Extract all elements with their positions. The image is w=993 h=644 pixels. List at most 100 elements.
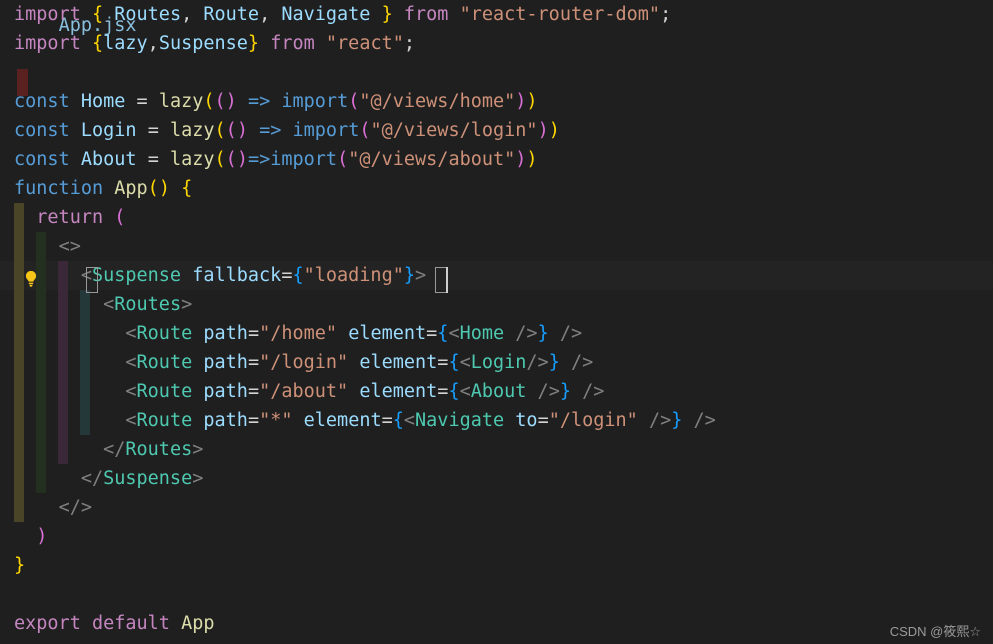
code-line[interactable] (0, 58, 993, 87)
code-line[interactable]: <> (0, 232, 993, 261)
code-line[interactable]: const Login = lazy(() => import("@/views… (0, 116, 993, 145)
code-token: Login (470, 352, 527, 373)
code-line[interactable]: </Routes> (0, 435, 993, 464)
code-line[interactable]: } (0, 551, 993, 580)
code-token: Route (136, 352, 193, 373)
code-token: path (203, 410, 248, 431)
code-line[interactable]: <Route path="/home" element={<Home />} /… (0, 319, 993, 348)
code-line[interactable]: const About = lazy(()=>import("@/views/a… (0, 145, 993, 174)
code-token: ) (537, 120, 549, 141)
code-token: fallback (192, 265, 282, 286)
code-token: , (181, 4, 193, 25)
code-line[interactable]: <Route path="*" element={<Navigate to="/… (0, 406, 993, 435)
code-token: , (147, 33, 159, 54)
code-token: import (281, 91, 349, 112)
code-token: /> (526, 352, 549, 373)
code-token: "@/views/about" (348, 149, 516, 170)
code-token: Route (136, 323, 193, 344)
code-token: /> (682, 410, 716, 431)
code-line[interactable]: </> (0, 493, 993, 522)
code-token: { (448, 381, 460, 402)
code-token: > (192, 439, 204, 460)
code-token: "/about" (259, 381, 349, 402)
code-editor[interactable]: App.jsx import { Routes, Route, Navigate… (0, 0, 993, 644)
code-line-text: <> (14, 232, 81, 261)
code-token: App (114, 178, 148, 199)
code-token: lazy (169, 149, 215, 170)
code-line[interactable]: <Routes> (0, 290, 993, 319)
code-line[interactable]: import {lazy,Suspense} from "react"; (0, 29, 993, 58)
code-token: path (203, 381, 248, 402)
code-token: element (359, 352, 438, 373)
code-token: { (448, 352, 460, 373)
code-line[interactable]: return ( (0, 203, 993, 232)
code-token: About (470, 381, 527, 402)
code-token: ( (214, 91, 226, 112)
code-token: = (247, 352, 260, 373)
code-token: "react" (325, 33, 404, 54)
code-token: < (125, 352, 137, 373)
code-token: element (348, 323, 427, 344)
code-token: ( (225, 149, 237, 170)
code-line[interactable]: </Suspense> (0, 464, 993, 493)
code-token: ) (526, 149, 538, 170)
code-line[interactable]: ) (0, 522, 993, 551)
code-token: "*" (259, 410, 293, 431)
code-token: About (80, 149, 137, 170)
code-token: = (381, 410, 393, 431)
code-token: = (147, 120, 159, 141)
code-token: = (437, 381, 449, 402)
code-line[interactable]: export default App (0, 609, 993, 638)
code-line-text: } (14, 551, 25, 580)
code-token: Navigate (415, 410, 505, 431)
code-token: Suspense (91, 265, 182, 286)
code-token: lazy (169, 120, 215, 141)
code-token: from (270, 33, 315, 54)
code-token: "react-router-dom" (459, 4, 661, 25)
code-token: element (359, 381, 438, 402)
code-token: = (247, 410, 260, 431)
code-token: { (91, 4, 104, 25)
code-token: ) (236, 120, 248, 141)
code-token: to (515, 410, 538, 431)
code-token: ) (548, 120, 560, 141)
code-token: < (448, 323, 460, 344)
lightbulb-icon[interactable] (20, 268, 42, 290)
code-line[interactable]: <Route path="/login" element={<Login/>} … (0, 348, 993, 377)
code-token: => (259, 120, 282, 141)
code-line-text: </Suspense> (14, 464, 204, 493)
code-token: > (415, 265, 427, 286)
code-token: const (14, 91, 70, 112)
code-token: = (537, 410, 549, 431)
code-line[interactable]: import { Routes, Route, Navigate } from … (0, 0, 993, 29)
code-content[interactable]: import { Routes, Route, Navigate } from … (0, 0, 993, 638)
code-line-text: <Route path="/home" element={<Home />} /… (14, 319, 582, 348)
text-cursor (446, 267, 448, 293)
code-token: } (548, 352, 560, 373)
code-token: ) (236, 149, 248, 170)
code-token: } (14, 555, 26, 576)
code-token: = (426, 323, 438, 344)
code-token: default (91, 613, 170, 634)
code-token: < (125, 410, 137, 431)
code-line[interactable]: <Route path="/about" element={<About />}… (0, 377, 993, 406)
code-line[interactable]: <Suspense fallback={"loading"}> (0, 261, 993, 290)
code-line[interactable]: function App() { (0, 174, 993, 203)
code-line[interactable] (0, 580, 993, 609)
code-token: ( (348, 91, 360, 112)
code-line[interactable]: const Home = lazy(() => import("@/views/… (0, 87, 993, 116)
